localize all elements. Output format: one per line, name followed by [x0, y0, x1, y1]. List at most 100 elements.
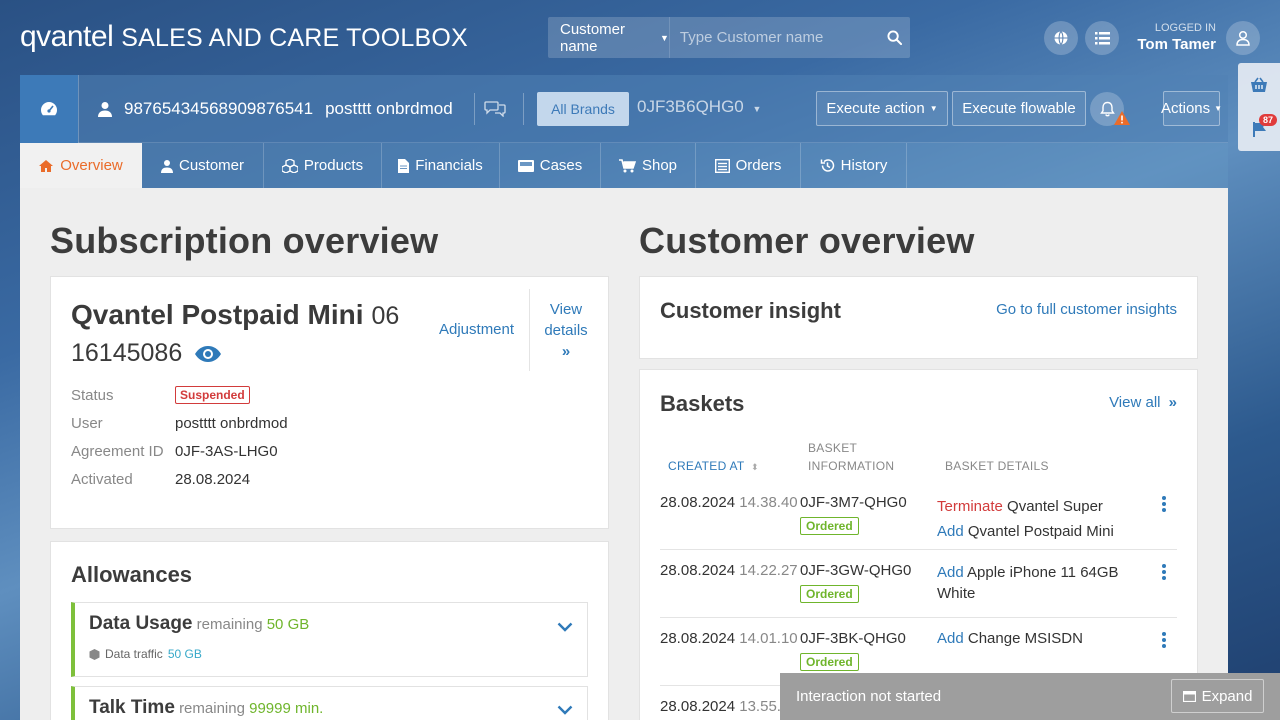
allowances-card: Allowances Data Usage remaining 50 GB Da… [50, 541, 609, 720]
allowance-item[interactable]: Talk Time remaining 99999 min. [71, 686, 588, 720]
subscription-overview-heading: Subscription overview [50, 220, 439, 261]
row-created: 28.08.2024 13.55.0 [660, 698, 789, 715]
full-insights-link[interactable]: Go to full customer insights [996, 301, 1177, 318]
tab-customer[interactable]: Customer [142, 143, 264, 188]
view-all-label: View all [1109, 394, 1161, 411]
execute-flowable-button[interactable]: Execute flowable [952, 91, 1086, 126]
activated-value: 28.08.2024 [175, 471, 251, 488]
allowance-item[interactable]: Data Usage remaining 50 GB Data traffic … [71, 602, 588, 677]
allowance-name: Data Usage [89, 613, 193, 634]
main-tabs: Overview Customer Products Financials Ca… [20, 143, 1228, 188]
tab-history[interactable]: History [801, 143, 907, 188]
row-status: Ordered [800, 517, 859, 535]
column-basket-details: BASKET DETAILS [945, 459, 1049, 473]
row-date: 28.08.2024 [660, 698, 736, 715]
actions-label: Actions [1160, 100, 1211, 117]
detail-item: Qvantel Postpaid Mini [967, 523, 1114, 540]
app-logo[interactable]: qvantel SALES AND CARE TOOLBOX [20, 20, 468, 54]
brand-name: qvantel [20, 20, 114, 53]
row-time: 14.22.27 [739, 562, 798, 579]
customer-id: 0JF3B6QHG0 [637, 97, 744, 116]
allowance-name: Talk Time [89, 697, 175, 718]
notifications-side-button[interactable]: 87 [1238, 107, 1280, 151]
tab-shop[interactable]: Shop [601, 143, 696, 188]
adjustment-link[interactable]: Adjustment [439, 321, 514, 338]
tab-label: Customer [178, 157, 245, 174]
add-action: Add [937, 523, 964, 540]
column-basket-information: BASKET INFORMATION [808, 439, 894, 475]
caret-down-icon: ▼ [1214, 104, 1223, 113]
cases-icon [517, 159, 534, 172]
language-button[interactable] [1044, 21, 1078, 55]
row-details: Add Change MSISDN [937, 630, 1083, 647]
expand-button[interactable]: Expand [1171, 679, 1264, 713]
tab-label: Orders [735, 157, 782, 174]
customer-id-select[interactable]: 0JF3B6QHG0 ▼ [637, 97, 761, 117]
list-icon [1094, 31, 1110, 44]
chevron-down-icon[interactable] [557, 702, 573, 720]
row-status: Ordered [800, 585, 859, 603]
view-details-link[interactable]: View details » [541, 299, 591, 362]
divider [78, 75, 79, 143]
basket-side-button[interactable] [1238, 63, 1280, 107]
flag-badge: 87 [1259, 114, 1278, 126]
activated-label: Activated [71, 471, 133, 488]
main-content: Subscription overview Customer overview … [20, 188, 1228, 720]
tab-orders[interactable]: Orders [696, 143, 801, 188]
plan-number: 06 [371, 302, 400, 330]
ordered-badge: Ordered [800, 653, 859, 671]
top-bar: qvantel SALES AND CARE TOOLBOX Customer … [0, 0, 1280, 75]
history-icon [820, 159, 834, 172]
baskets-card: Baskets View all » CREATED AT ⬍ BASKET I… [639, 369, 1198, 720]
execute-action-label: Execute action [826, 100, 925, 117]
tab-cases[interactable]: Cases [500, 143, 601, 188]
user-link[interactable]: postttt onbrdmod [175, 415, 288, 432]
detail-label: Data traffic [105, 647, 163, 661]
user-menu-button[interactable] [1226, 21, 1260, 55]
search-type-select[interactable]: Customer name ▼ [548, 17, 670, 58]
document-icon [398, 158, 410, 173]
row-date: 28.08.2024 [660, 630, 736, 647]
add-action: Add [937, 630, 964, 647]
column-label: CREATED AT [668, 459, 745, 473]
allowances-heading: Allowances [71, 562, 193, 587]
subscription-card: Qvantel Postpaid Mini 06 16145086 Adjustm… [50, 276, 609, 529]
row-menu-button[interactable] [1162, 564, 1166, 582]
column-label: BASKET [808, 441, 858, 455]
search-button[interactable] [879, 17, 910, 58]
detail-item-wrap: White [937, 585, 976, 602]
table-row: 28.08.2024 14.22.27 0JF-3GW-QHG0 Ordered… [660, 550, 1177, 618]
chat-button[interactable] [484, 99, 506, 122]
show-number-button[interactable] [194, 336, 222, 372]
row-menu-button[interactable] [1162, 632, 1166, 650]
tab-products[interactable]: Products [264, 143, 382, 188]
detail-item: Qvantel Super [1007, 498, 1103, 515]
dashboard-button[interactable] [20, 75, 78, 143]
user-icon [98, 102, 112, 117]
tab-label: Overview [60, 157, 123, 174]
all-brands-button[interactable]: All Brands [537, 92, 629, 126]
remaining-value: 50 GB [266, 616, 310, 633]
tab-overview[interactable]: Overview [20, 143, 142, 188]
tab-financials[interactable]: Financials [382, 143, 500, 188]
view-all-baskets-link[interactable]: View all » [1109, 394, 1177, 411]
logged-in-label: LOGGED IN [1154, 22, 1216, 34]
row-status: Ordered [800, 653, 859, 671]
chevron-down-icon[interactable] [557, 619, 573, 637]
interaction-status: Interaction not started [796, 688, 942, 705]
divider [523, 93, 524, 125]
row-menu-button[interactable] [1162, 496, 1166, 514]
search-input[interactable] [669, 17, 879, 58]
allowance-summary: Data Usage remaining 50 GB [89, 613, 309, 635]
kebab-icon [1162, 496, 1166, 500]
column-created-at[interactable]: CREATED AT ⬍ [668, 457, 759, 476]
eye-icon [195, 345, 222, 362]
execute-action-button[interactable]: Execute action ▼ [816, 91, 948, 126]
terminate-action: Terminate [937, 498, 1003, 515]
tasks-button[interactable] [1085, 21, 1119, 55]
subscription-context[interactable]: 98765434568909876541 postttt onbrdmod [98, 99, 453, 119]
context-bar: 98765434568909876541 postttt onbrdmod Al… [20, 75, 1228, 143]
row-basket-id: 0JF-3BK-QHG0 [800, 630, 906, 647]
cube-icon [89, 648, 100, 660]
actions-button[interactable]: Actions ▼ [1160, 91, 1223, 126]
